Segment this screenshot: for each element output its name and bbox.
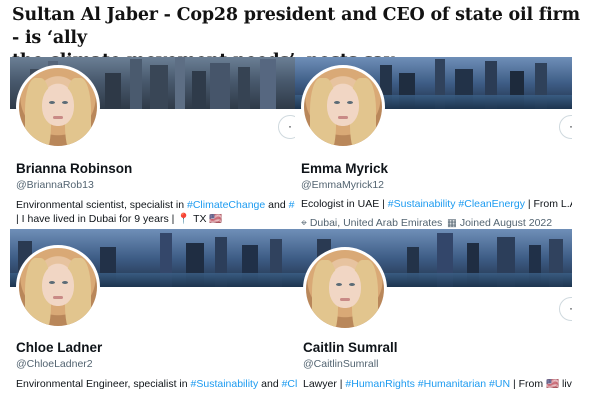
bio-line-1: Lawyer | #HumanRights #Humanitarian #UN … [303, 378, 572, 390]
hashtag-link[interactable]: #UN [489, 378, 510, 390]
hashtag-link[interactable]: #Sustainability [388, 198, 456, 210]
user-handle[interactable]: @ChloeLadner2 [16, 358, 93, 370]
joined-date-label: ▦ Joined August 2022 [447, 217, 553, 229]
display-name[interactable]: Caitlin Sumrall [303, 340, 398, 355]
more-options-icon[interactable]: · [559, 115, 572, 139]
user-handle[interactable]: @EmmaMyrick12 [301, 179, 384, 191]
user-handle[interactable]: @CaitlinSumrall [303, 358, 378, 370]
avatar[interactable] [16, 245, 100, 329]
avatar[interactable] [16, 65, 100, 149]
profile-card-caitlin[interactable]: · Caitlin Sumrall @CaitlinSumrall Lawyer… [297, 229, 572, 401]
display-name[interactable]: Emma Myrick [301, 161, 388, 176]
hashtag-link[interactable]: #CleanEn [282, 378, 297, 390]
display-name[interactable]: Brianna Robinson [16, 161, 132, 176]
avatar[interactable] [301, 65, 385, 149]
bio-line-1: Environmental Engineer, specialist in #S… [16, 377, 297, 392]
location-label: ⌖ Dubai, United Arab Emirates [301, 217, 443, 229]
avatar[interactable] [303, 247, 387, 331]
bio-line-1: Ecologist in UAE | #Sustainability #Clea… [301, 198, 572, 210]
hashtag-link[interactable]: #CleanEnergy [458, 198, 525, 210]
display-name[interactable]: Chloe Ladner [16, 340, 102, 355]
profile-card-emma[interactable]: · Emma Myrick @EmmaMyrick12 Ecologist in… [295, 57, 572, 229]
hashtag-link[interactable]: #ClimateChange [187, 199, 265, 211]
user-handle[interactable]: @BriannaRob13 [16, 179, 94, 191]
headline-line-1: Sultan Al Jaber - Cop28 president and CE… [12, 5, 580, 48]
hashtag-link[interactable]: #HumanRights [345, 378, 414, 390]
profile-card-chloe[interactable]: Chloe Ladner @ChloeLadner2 Environmental… [10, 229, 297, 401]
hashtag-link[interactable]: #Humanitarian [418, 378, 486, 390]
bio-line-1: Environmental scientist, specialist in #… [16, 198, 297, 213]
bio-line-2: | I have lived in Dubai for 9 years | 📍 … [16, 213, 223, 225]
more-options-icon[interactable]: · [559, 297, 572, 321]
hashtag-link[interactable]: #Sustainability [191, 378, 259, 390]
profile-card-brianna[interactable]: · Brianna Robinson @BriannaRob13 Environ… [10, 57, 297, 229]
